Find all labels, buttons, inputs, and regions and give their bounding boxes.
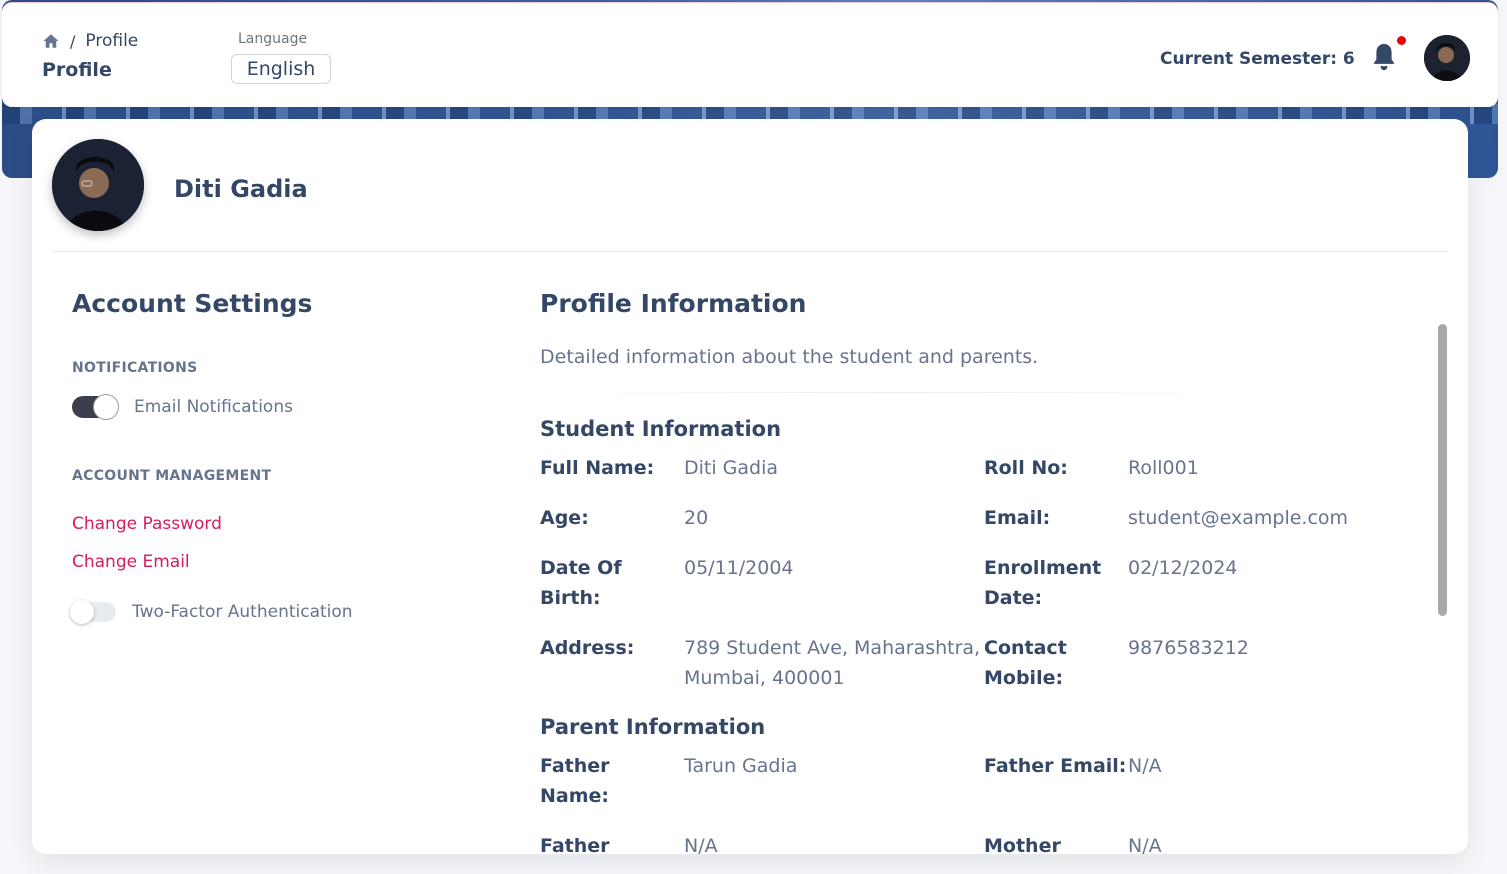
- profile-information-description: Detailed information about the student a…: [540, 346, 1039, 368]
- breadcrumb-separator: /: [70, 31, 76, 51]
- account-settings-title: Account Settings: [72, 289, 313, 318]
- field-value: 05/11/2004: [684, 557, 794, 579]
- field-label: Father Mobile:: [540, 835, 610, 854]
- field-label: Father Name:: [540, 755, 610, 807]
- field-value: 20: [684, 507, 709, 529]
- current-semester: Current Semester: 6: [1160, 49, 1355, 69]
- language-select[interactable]: English: [231, 54, 331, 84]
- field-value: N/A: [1128, 755, 1162, 777]
- field-label: Full Name:: [540, 457, 655, 479]
- field-label: Father Email:: [984, 755, 1127, 777]
- field-value: Tarun Gadia: [684, 755, 798, 777]
- field-label: Enrollment Date:: [984, 557, 1102, 609]
- parent-information-grid: Father Name: Tarun Gadia Father Email: N…: [540, 751, 1420, 854]
- info-scrollbar-thumb[interactable]: [1438, 324, 1447, 616]
- user-avatar[interactable]: [1424, 35, 1470, 81]
- page-title: Profile: [42, 59, 112, 81]
- breadcrumb: / Profile: [42, 31, 138, 51]
- home-icon[interactable]: [42, 32, 60, 50]
- profile-avatar: [52, 139, 144, 231]
- field-label: Contact Mobile:: [984, 637, 1067, 689]
- language-label: Language: [238, 31, 308, 47]
- field-value: Diti Gadia: [684, 457, 779, 479]
- two-factor-toggle[interactable]: [70, 600, 116, 624]
- account-management-heading: ACCOUNT MANAGEMENT: [72, 468, 272, 484]
- top-navbar: / Profile Profile Language English Curre…: [2, 2, 1498, 107]
- field-value: student@example.com: [1128, 507, 1349, 529]
- change-email-link[interactable]: Change Email: [72, 552, 492, 572]
- field-label: Age:: [540, 507, 589, 529]
- account-settings-panel: Account Settings NOTIFICATIONS Email Not…: [70, 289, 492, 624]
- field-label: Email:: [984, 507, 1051, 529]
- email-notifications-toggle[interactable]: [72, 394, 119, 420]
- info-divider: [540, 392, 1260, 393]
- card-divider: [52, 251, 1448, 252]
- field-label: Mother Name:: [984, 835, 1061, 854]
- field-value: Roll001: [1128, 457, 1199, 479]
- two-factor-row: Two-Factor Authentication: [70, 600, 492, 624]
- field-value: 789 Student Ave, Maharashtra, Mumbai, 40…: [684, 637, 981, 689]
- field-label: Date Of Birth:: [540, 557, 622, 609]
- profile-information-panel: Profile Information Detailed information…: [540, 289, 1420, 854]
- student-information-grid: Full Name: Diti Gadia Roll No: Roll001 A…: [540, 453, 1420, 693]
- email-notifications-row: Email Notifications: [72, 394, 492, 420]
- field-value: N/A: [684, 835, 718, 854]
- notifications-heading: NOTIFICATIONS: [72, 360, 198, 376]
- two-factor-label: Two-Factor Authentication: [132, 602, 353, 622]
- student-information-heading: Student Information: [540, 417, 782, 441]
- notification-bell-icon[interactable]: [1370, 41, 1398, 75]
- field-value: 9876583212: [1128, 637, 1249, 659]
- field-label: Address:: [540, 637, 635, 659]
- email-notifications-label: Email Notifications: [134, 397, 293, 417]
- parent-information-heading: Parent Information: [540, 715, 766, 739]
- change-password-link[interactable]: Change Password: [72, 514, 492, 534]
- field-value: 02/12/2024: [1128, 557, 1238, 579]
- breadcrumb-current: Profile: [85, 31, 139, 51]
- profile-name: Diti Gadia: [174, 175, 308, 203]
- profile-card: Diti Gadia Account Settings NOTIFICATION…: [32, 119, 1468, 854]
- field-value: N/A: [1128, 835, 1162, 854]
- profile-information-title: Profile Information: [540, 289, 807, 318]
- field-label: Roll No:: [984, 457, 1068, 479]
- notification-badge: [1397, 36, 1406, 45]
